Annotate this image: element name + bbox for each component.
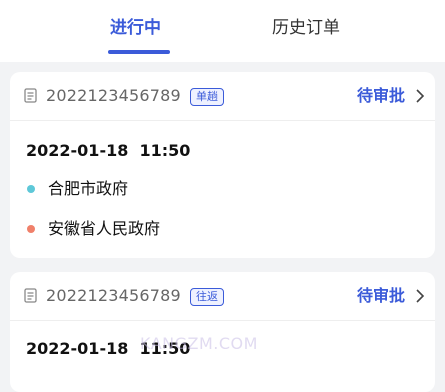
start-dot-icon [27, 185, 35, 193]
chevron-right-icon[interactable] [415, 88, 425, 104]
watermark: KANGZM.COM [140, 334, 258, 353]
order-datetime: 2022-01-18 11:50 [26, 141, 191, 160]
order-status[interactable]: 待审批 [357, 84, 405, 108]
end-dot-icon [27, 225, 35, 233]
tab-bar: 进行中 历史订单 [0, 0, 445, 62]
active-tab-indicator [108, 50, 170, 54]
order-card[interactable]: 2022123456789 单趟 待审批 2022-01-18 11:50 合肥… [10, 72, 435, 258]
tab-in-progress[interactable]: 进行中 [110, 16, 161, 40]
trip-type-badge: 单趟 [190, 88, 224, 106]
trip-type-badge: 往返 [190, 288, 224, 306]
order-number: 2022123456789 [46, 286, 181, 305]
order-card-header: 2022123456789 往返 待审批 [10, 272, 435, 321]
document-icon [24, 88, 37, 103]
order-card-header: 2022123456789 单趟 待审批 [10, 72, 435, 121]
end-location-name: 安徽省人民政府 [48, 219, 161, 238]
order-status[interactable]: 待审批 [357, 284, 405, 308]
document-icon [24, 288, 37, 303]
chevron-right-icon[interactable] [415, 288, 425, 304]
order-card[interactable]: 2022123456789 往返 待审批 2022-01-18 11:50 [10, 272, 435, 392]
tab-history-orders[interactable]: 历史订单 [272, 16, 340, 40]
order-number: 2022123456789 [46, 86, 181, 105]
start-location-name: 合肥市政府 [48, 179, 129, 198]
